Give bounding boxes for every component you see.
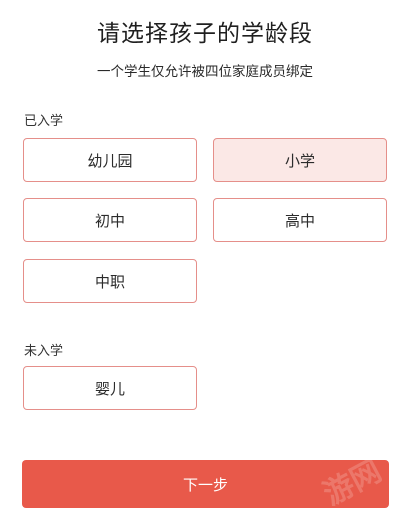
watermark-text: 游网: [317, 460, 388, 508]
option-label: 婴儿: [94, 379, 125, 398]
option-label: 中职: [94, 272, 125, 291]
option-label: 幼儿园: [87, 151, 133, 170]
section-label-not-enrolled: 未入学: [24, 344, 64, 359]
option-senior-high[interactable]: 高中: [213, 198, 387, 242]
option-label: 小学: [284, 151, 315, 170]
next-button[interactable]: 下一步 游网: [22, 460, 389, 508]
option-label: 初中: [94, 211, 125, 230]
option-infant[interactable]: 婴儿: [23, 366, 197, 410]
section-label-enrolled: 已入学: [24, 114, 64, 129]
option-vocational[interactable]: 中职: [23, 259, 197, 303]
option-primary-school[interactable]: 小学: [213, 138, 387, 182]
option-label: 高中: [284, 211, 315, 230]
page-subtitle: 一个学生仅允许被四位家庭成员绑定: [97, 64, 313, 80]
next-button-label: 下一步: [182, 475, 228, 494]
page-title: 请选择孩子的学龄段: [97, 21, 313, 47]
option-junior-high[interactable]: 初中: [23, 198, 197, 242]
option-kindergarten[interactable]: 幼儿园: [23, 138, 197, 182]
